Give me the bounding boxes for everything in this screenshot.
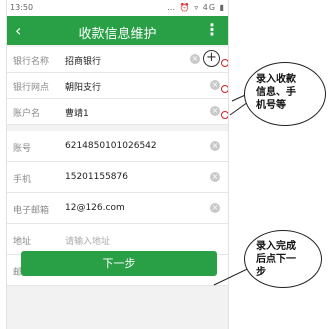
callout-text-bottom: 录入完成 后点下一 步: [256, 240, 296, 279]
callout-text-top: 录入收款 信息、手 机号等: [256, 73, 296, 112]
callout-line: 录入完成: [256, 241, 296, 252]
callout-line: 步: [256, 267, 266, 278]
callout-line: 信息、手: [256, 87, 296, 98]
callout-line: 机号等: [256, 100, 286, 111]
callout-line: 录入收款: [256, 74, 296, 85]
callout-line: 后点下一: [256, 254, 296, 265]
